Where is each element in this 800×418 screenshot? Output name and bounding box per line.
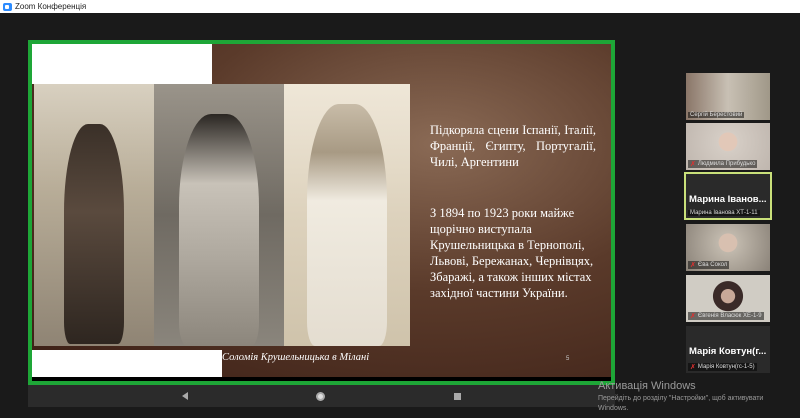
slide-text-tours: З 1894 по 1923 роки майже щорічно виступ…: [430, 206, 594, 300]
zoom-icon: [3, 2, 12, 11]
mic-muted-icon: ✗: [690, 313, 696, 320]
participant-name: Євгенія Власюк ХЕ-1-9: [697, 313, 762, 319]
participant-tile[interactable]: Марія Ковтун(г... ✗ Марія Ковтун(гс-1-5): [686, 326, 770, 373]
participant-tile[interactable]: ✗ Євгенія Власюк ХЕ-1-9: [686, 275, 770, 322]
watermark-text: Перейдіть до розділу "Настройки", щоб ак…: [598, 395, 764, 412]
participant-name: Марина Іванова ХТ-1-11: [690, 210, 758, 216]
participant-tile[interactable]: Сергій Берестовий: [686, 73, 770, 120]
android-nav-bar: [28, 385, 615, 407]
slide-caption: Соломія Крушельницька в Мілані: [222, 352, 370, 363]
participant-name: Єва Сокол: [697, 262, 728, 268]
watermark-title: Активація Windows: [598, 380, 696, 392]
shared-screen[interactable]: Підкоряла сцени Іспанії, Італії, Франції…: [28, 40, 615, 385]
participant-display-name: Марина Іванов...: [689, 194, 767, 205]
title-bar: Zoom Конференція: [0, 0, 800, 13]
participant-name: Марія Ковтун(гс-1-5): [697, 364, 755, 370]
participant-tile[interactable]: ✗ Людмила Прибудько: [686, 123, 770, 170]
back-icon[interactable]: [182, 392, 189, 400]
window-title: Zoom Конференція: [15, 2, 87, 11]
slide-white-panel-bottom: [32, 350, 222, 377]
photo-1: [34, 84, 154, 346]
mic-muted-icon: ✗: [690, 262, 696, 269]
mic-muted-icon: ✗: [690, 364, 696, 371]
participant-name: Сергій Берестовий: [690, 112, 743, 118]
photo-3: [284, 84, 410, 346]
photo-2: [154, 84, 284, 346]
mic-muted-icon: ✗: [690, 161, 696, 168]
participant-name: Людмила Прибудько: [697, 161, 756, 167]
participant-tile[interactable]: ✗ Єва Сокол: [686, 224, 770, 271]
home-icon[interactable]: [316, 391, 326, 401]
slide-text-countries: Підкоряла сцени Іспанії, Італії, Франції…: [430, 123, 596, 169]
slide-page-number: 5: [566, 356, 570, 362]
participant-display-name: Марія Ковтун(г...: [689, 346, 767, 357]
slide-white-panel: [32, 44, 212, 84]
recents-icon[interactable]: [453, 392, 461, 400]
presentation-slide: Підкоряла сцени Іспанії, Італії, Франції…: [32, 44, 611, 377]
participant-tile-active[interactable]: Марина Іванов... Марина Іванова ХТ-1-11: [684, 172, 772, 220]
windows-activation-watermark: Активація Windows Перейдіть до розділу "…: [598, 380, 778, 414]
